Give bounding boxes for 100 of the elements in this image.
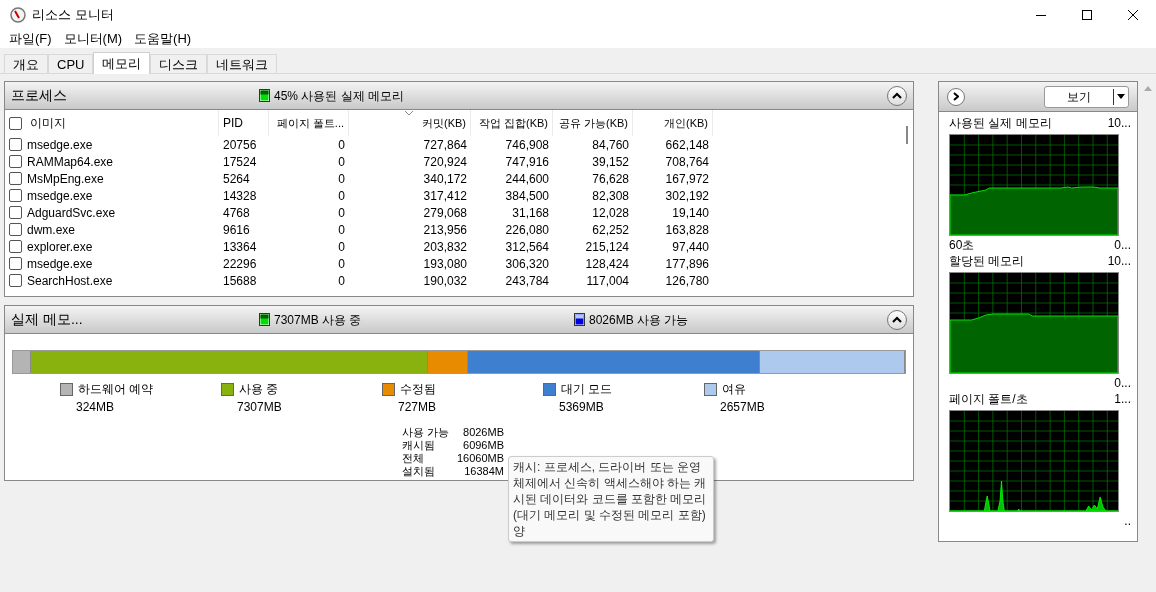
table-cell-text: msedge.exe (27, 136, 93, 154)
table-cell-text: 0 (338, 272, 345, 290)
table-cell-text: 14328 (223, 187, 257, 205)
table-cell-text: explorer.exe (27, 238, 93, 256)
table-cell-text: 117,004 (586, 272, 629, 290)
menu-item[interactable]: 파일(F) (9, 29, 52, 49)
graph-title: 할당된 메모리 (949, 253, 1025, 270)
tab[interactable]: CPU (48, 54, 94, 73)
table-cell-text: 5264 (223, 170, 250, 188)
memory-available-summary: 8026MB 사용 가능 (589, 311, 689, 329)
table-cell-text: 213,956 (423, 221, 467, 239)
table-cell-text: 22296 (223, 255, 257, 273)
chevron-up-icon (892, 316, 902, 323)
checkbox[interactable] (9, 189, 22, 202)
table-cell-text: 177,896 (665, 255, 709, 273)
checkbox[interactable] (9, 172, 22, 185)
legend-label: 대기 모드 (561, 381, 613, 398)
checkbox[interactable] (9, 138, 22, 151)
table-cell-text: RAMMap64.exe (27, 153, 114, 171)
minimize-icon (1036, 14, 1046, 16)
maximize-icon (1082, 10, 1092, 20)
tab[interactable]: 디스크 (150, 54, 208, 73)
graph-min-label: 0... (1114, 375, 1131, 390)
checkbox[interactable] (9, 155, 22, 168)
expand-button[interactable] (947, 87, 965, 106)
graph-max-label: 10... (1107, 253, 1131, 270)
table-cell-text: 0 (338, 238, 345, 256)
tooltip: 캐시: 프로세스, 드라이버 또는 운영 체제에서 신속히 액세스해야 하는 캐시된 데이터와 코드를 포함한 메모리 (대기 메모리 및 수정된 메모리 포함) 양 (508, 456, 714, 542)
column-header[interactable]: 페이지 폴트... (276, 114, 344, 132)
table-cell-text: 76,628 (592, 170, 629, 188)
table-cell-text: 747,916 (505, 153, 549, 171)
table-cell-text: AdguardSvc.exe (27, 204, 116, 222)
menu-item[interactable]: 도움말(H) (134, 29, 192, 49)
table-cell-text: 9616 (223, 221, 250, 239)
table-cell-text: 193,080 (423, 255, 467, 273)
stat-value: 16060MB (455, 452, 504, 465)
tab[interactable]: 개요 (4, 54, 48, 73)
table-cell-text: 39,152 (592, 153, 629, 171)
stat-label: 전체 (402, 452, 425, 465)
checkbox[interactable] (9, 206, 22, 219)
stat-label: 설치됨 (402, 465, 436, 478)
checkbox[interactable] (9, 257, 22, 270)
collapse-button[interactable] (887, 309, 907, 330)
legend-value: 727MB (397, 399, 438, 416)
checkbox[interactable] (9, 223, 22, 236)
legend-label: 여유 (722, 381, 746, 398)
collapse-button[interactable] (887, 85, 907, 106)
legend-value: 324MB (75, 399, 116, 416)
column-header[interactable]: 커밋(KB) (422, 114, 466, 132)
column-header[interactable]: PID (223, 114, 243, 132)
tab[interactable]: 네트워크 (207, 54, 278, 73)
checkbox[interactable] (9, 240, 22, 253)
table-cell-text: MsMpEng.exe (27, 170, 104, 188)
legend-value: 2657MB (719, 399, 766, 416)
stat-label: 사용 가능 (402, 426, 451, 439)
table-cell-text: 0 (338, 136, 345, 154)
checkbox[interactable] (9, 274, 22, 287)
table-cell-text: 243,784 (505, 272, 549, 290)
section-title: 프로세스 (11, 86, 68, 105)
table-cell-text: 384,500 (505, 187, 549, 205)
scrollbar-thumb[interactable] (906, 126, 908, 144)
table-cell-text: 13364 (223, 238, 257, 256)
legend-value: 7307MB (236, 399, 283, 416)
column-header[interactable]: 이미지 (30, 114, 66, 132)
table-cell-text: msedge.exe (27, 187, 93, 205)
column-header[interactable]: 작업 집합(KB) (478, 114, 548, 132)
legend-value: 5369MB (558, 399, 605, 416)
table-cell-text: 0 (338, 153, 345, 171)
table-cell-text: 244,600 (505, 170, 549, 188)
table-cell-text: 126,780 (665, 272, 709, 290)
table-cell-text: 0 (338, 255, 345, 273)
table-cell-text: 97,440 (672, 238, 709, 256)
legend-label: 수정됨 (400, 381, 436, 398)
memory-in-use-summary: 7307MB 사용 중 (274, 311, 363, 329)
table-cell-text: 31,168 (512, 204, 549, 222)
graph-title: 페이지 폴트/초 (949, 391, 1028, 408)
table-cell-text: 279,068 (423, 204, 467, 222)
table-cell-text: 662,148 (665, 136, 709, 154)
graph-min-label: 0... (1114, 237, 1131, 252)
menu-item[interactable]: 모니터(M) (63, 29, 123, 49)
graph-time-label: 60초 (949, 237, 975, 252)
table-cell-text: 163,828 (665, 221, 709, 239)
table-cell-text: 727,864 (423, 136, 467, 154)
graph-title: 사용된 실제 메모리 (949, 115, 1052, 132)
graph-max-label: 1... (1114, 391, 1131, 408)
table-cell-text: 4768 (223, 204, 250, 222)
table-cell-text: 17524 (223, 153, 257, 171)
checkbox[interactable] (9, 116, 22, 130)
view-dropdown[interactable]: 보기 (1044, 85, 1129, 108)
tab[interactable]: 메모리 (93, 52, 151, 74)
graph-min-label: .. (1124, 513, 1131, 528)
gauge-icon (10, 7, 26, 23)
table-cell-text: 306,320 (505, 255, 549, 273)
column-header[interactable]: 공유 가능(KB) (558, 114, 628, 132)
table-cell-text: 0 (338, 221, 345, 239)
column-header[interactable]: 개인(KB) (664, 114, 708, 132)
table-cell-text: 62,252 (592, 221, 629, 239)
table-cell-text: 302,192 (665, 187, 709, 205)
table-cell-text: 190,032 (423, 272, 467, 290)
legend-icon (574, 313, 585, 326)
